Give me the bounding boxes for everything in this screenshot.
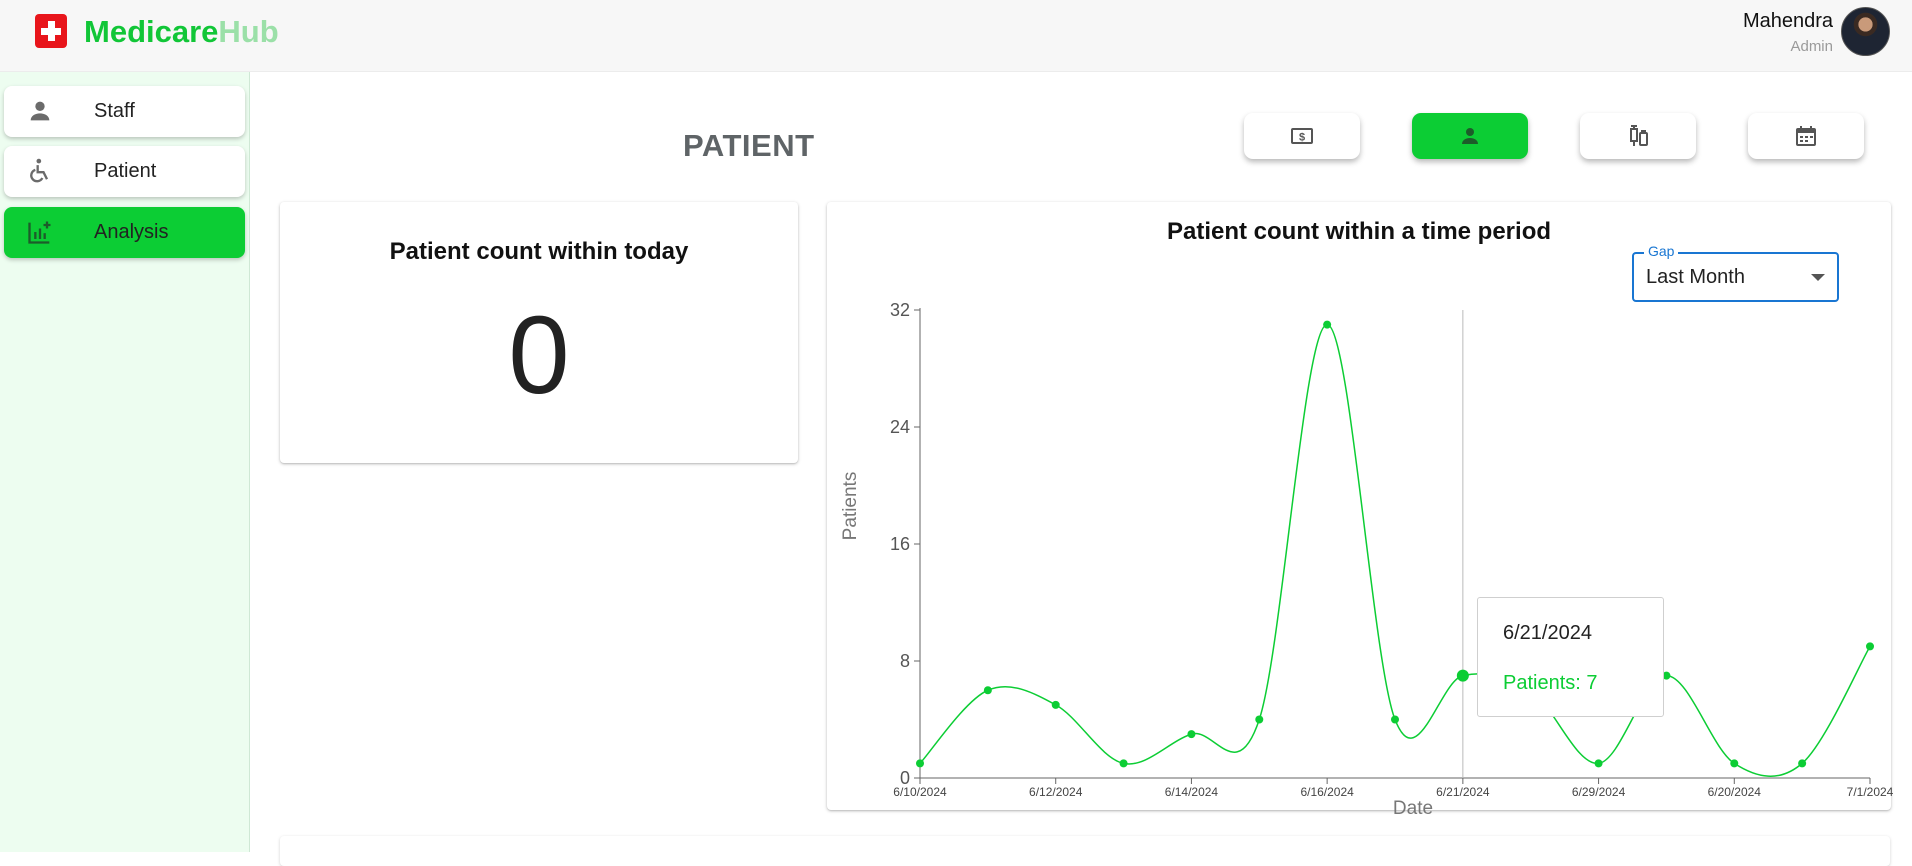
data-point [1323,320,1332,329]
data-point [1798,759,1807,768]
data-point [1391,715,1399,724]
data-point [1187,730,1196,739]
gap-select-label: Gap [1644,243,1679,259]
data-point [1051,700,1060,709]
patient-line-chart: 081624326/10/2024 6/12/2024 6/14/2024 6/16/… [840,300,1894,819]
data-point [916,759,924,768]
data-point [983,686,992,695]
y-tick-label: 24 [890,417,910,437]
x-tick-label: 6/21/2024 [1436,785,1490,799]
data-point [1866,642,1874,651]
chart-tooltip: 6/21/2024 Patients: 7 [1477,597,1664,717]
gap-select-value: Last Month [1646,266,1745,288]
tooltip-value: Patients: 7 [1503,672,1598,694]
x-tick-label: 6/29/2024 [1572,785,1626,799]
series-line [919,323,1871,777]
data-point [1594,759,1603,768]
x-tick-label: 6/12/2024 [1029,785,1083,799]
chevron-down-icon [1811,274,1825,281]
gap-select[interactable]: Last Month [1632,252,1839,302]
bottom-card [280,836,1890,866]
x-tick-label: 6/20/2024 [1708,785,1762,799]
data-point [1255,715,1264,724]
x-axis-label: Date [1393,798,1433,819]
data-point [1456,669,1469,682]
x-tick-label: 6/14/2024 [1165,785,1219,799]
y-axis-label: Patients [840,472,861,541]
x-tick-label: 6/10/2024 [893,785,947,799]
y-tick-label: 16 [890,534,910,554]
data-point [1730,759,1739,768]
tooltip-date: 6/21/2024 [1503,622,1592,644]
y-tick-label: 32 [890,300,910,320]
data-point [1119,759,1128,768]
x-tick-label: 7/1/2024 [1847,785,1894,799]
x-tick-label: 6/16/2024 [1300,785,1354,799]
y-tick-label: 8 [900,651,910,671]
